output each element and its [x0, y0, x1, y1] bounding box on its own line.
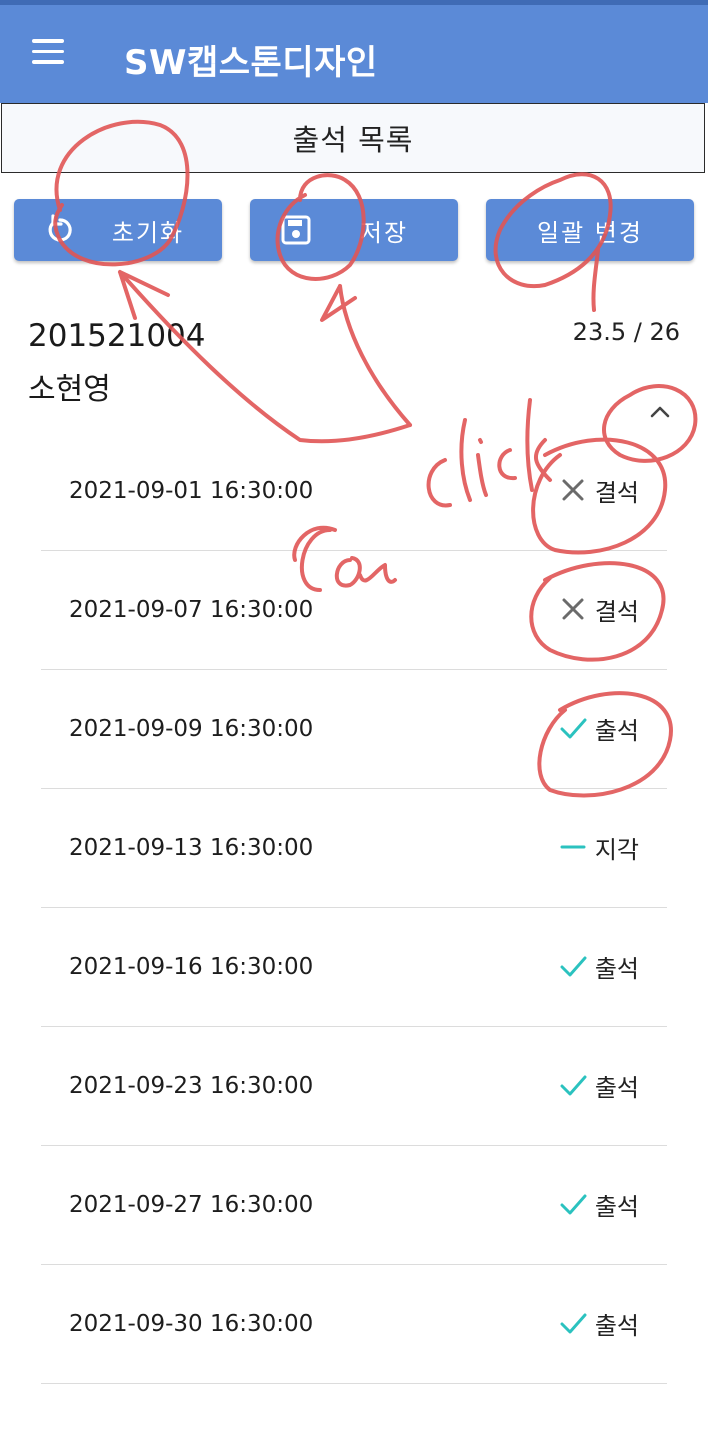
page-title: 출석 목록	[1, 103, 705, 173]
chevron-up-icon[interactable]	[646, 400, 674, 424]
attendance-date: 2021-09-07 16:30:00	[69, 597, 314, 623]
bulk-change-button[interactable]: 일괄 변경	[486, 199, 694, 261]
attendance-status-label: 결석	[594, 478, 639, 507]
annotation-arrow-reset	[118, 270, 412, 444]
check-icon	[560, 1194, 587, 1215]
reset-button[interactable]: 초기화	[14, 199, 222, 261]
app-bar: SW캡스톤디자인	[0, 0, 708, 103]
hamburger-menu-icon[interactable]	[32, 39, 64, 67]
attendance-status-toggle[interactable]: 지각	[559, 827, 639, 867]
dash-icon	[560, 845, 586, 849]
attendance-row: 2021-09-27 16:30:00 출석	[41, 1146, 667, 1265]
attendance-status-label: 출석	[594, 716, 639, 745]
check-icon	[560, 1313, 587, 1334]
attendance-status-toggle[interactable]: 결석	[559, 589, 639, 629]
attendance-status-toggle[interactable]: 출석	[559, 708, 639, 748]
attendance-date: 2021-09-27 16:30:00	[69, 1192, 314, 1218]
attendance-status-label: 지각	[594, 835, 639, 864]
attendance-status-label: 결석	[594, 597, 639, 626]
annotation-arrow-save	[320, 284, 412, 427]
refresh-icon	[48, 214, 72, 242]
app-title: SW캡스톤디자인	[124, 43, 378, 83]
attendance-status-toggle[interactable]: 출석	[559, 1065, 639, 1105]
attendance-row: 2021-09-13 16:30:00 지각	[41, 789, 667, 908]
check-icon	[560, 1075, 587, 1096]
attendance-date: 2021-09-13 16:30:00	[69, 835, 314, 861]
close-x-icon	[562, 598, 584, 620]
student-name: 소현영	[28, 372, 111, 407]
attendance-date: 2021-09-23 16:30:00	[69, 1073, 314, 1099]
attendance-status-label: 출석	[594, 1311, 639, 1340]
attendance-status-label: 출석	[594, 1192, 639, 1221]
attendance-status-label: 출석	[594, 954, 639, 983]
bulk-change-button-label: 일괄 변경	[537, 218, 643, 247]
attendance-date: 2021-09-01 16:30:00	[69, 478, 314, 504]
attendance-score: 23.5 / 26	[572, 318, 680, 346]
attendance-status-toggle[interactable]: 출석	[559, 1184, 639, 1224]
attendance-status-label: 출석	[594, 1073, 639, 1102]
attendance-date: 2021-09-30 16:30:00	[69, 1311, 314, 1337]
check-icon	[560, 956, 587, 977]
attendance-status-toggle[interactable]: 결석	[559, 470, 639, 510]
check-icon	[560, 718, 587, 739]
attendance-status-toggle[interactable]: 출석	[559, 946, 639, 986]
save-icon	[281, 215, 311, 245]
save-button-label: 저장	[359, 218, 409, 247]
student-id: 201521004	[28, 318, 206, 354]
save-button[interactable]: 저장	[250, 199, 458, 261]
attendance-row: 2021-09-09 16:30:00 출석	[41, 670, 667, 789]
attendance-date: 2021-09-09 16:30:00	[69, 716, 314, 742]
reset-button-label: 초기화	[111, 218, 185, 247]
attendance-status-toggle[interactable]: 출석	[559, 1303, 639, 1343]
attendance-row: 2021-09-23 16:30:00 출석	[41, 1027, 667, 1146]
attendance-row: 2021-09-01 16:30:00 결석	[41, 432, 667, 551]
attendance-row: 2021-09-30 16:30:00 출석	[41, 1265, 667, 1384]
attendance-date: 2021-09-16 16:30:00	[69, 954, 314, 980]
close-x-icon	[562, 479, 584, 501]
attendance-row: 2021-09-16 16:30:00 출석	[41, 908, 667, 1027]
attendance-row: 2021-09-07 16:30:00 결석	[41, 551, 667, 670]
attendance-list: 2021-09-01 16:30:00 결석 2021-09-07 16:30:00…	[41, 432, 667, 1384]
